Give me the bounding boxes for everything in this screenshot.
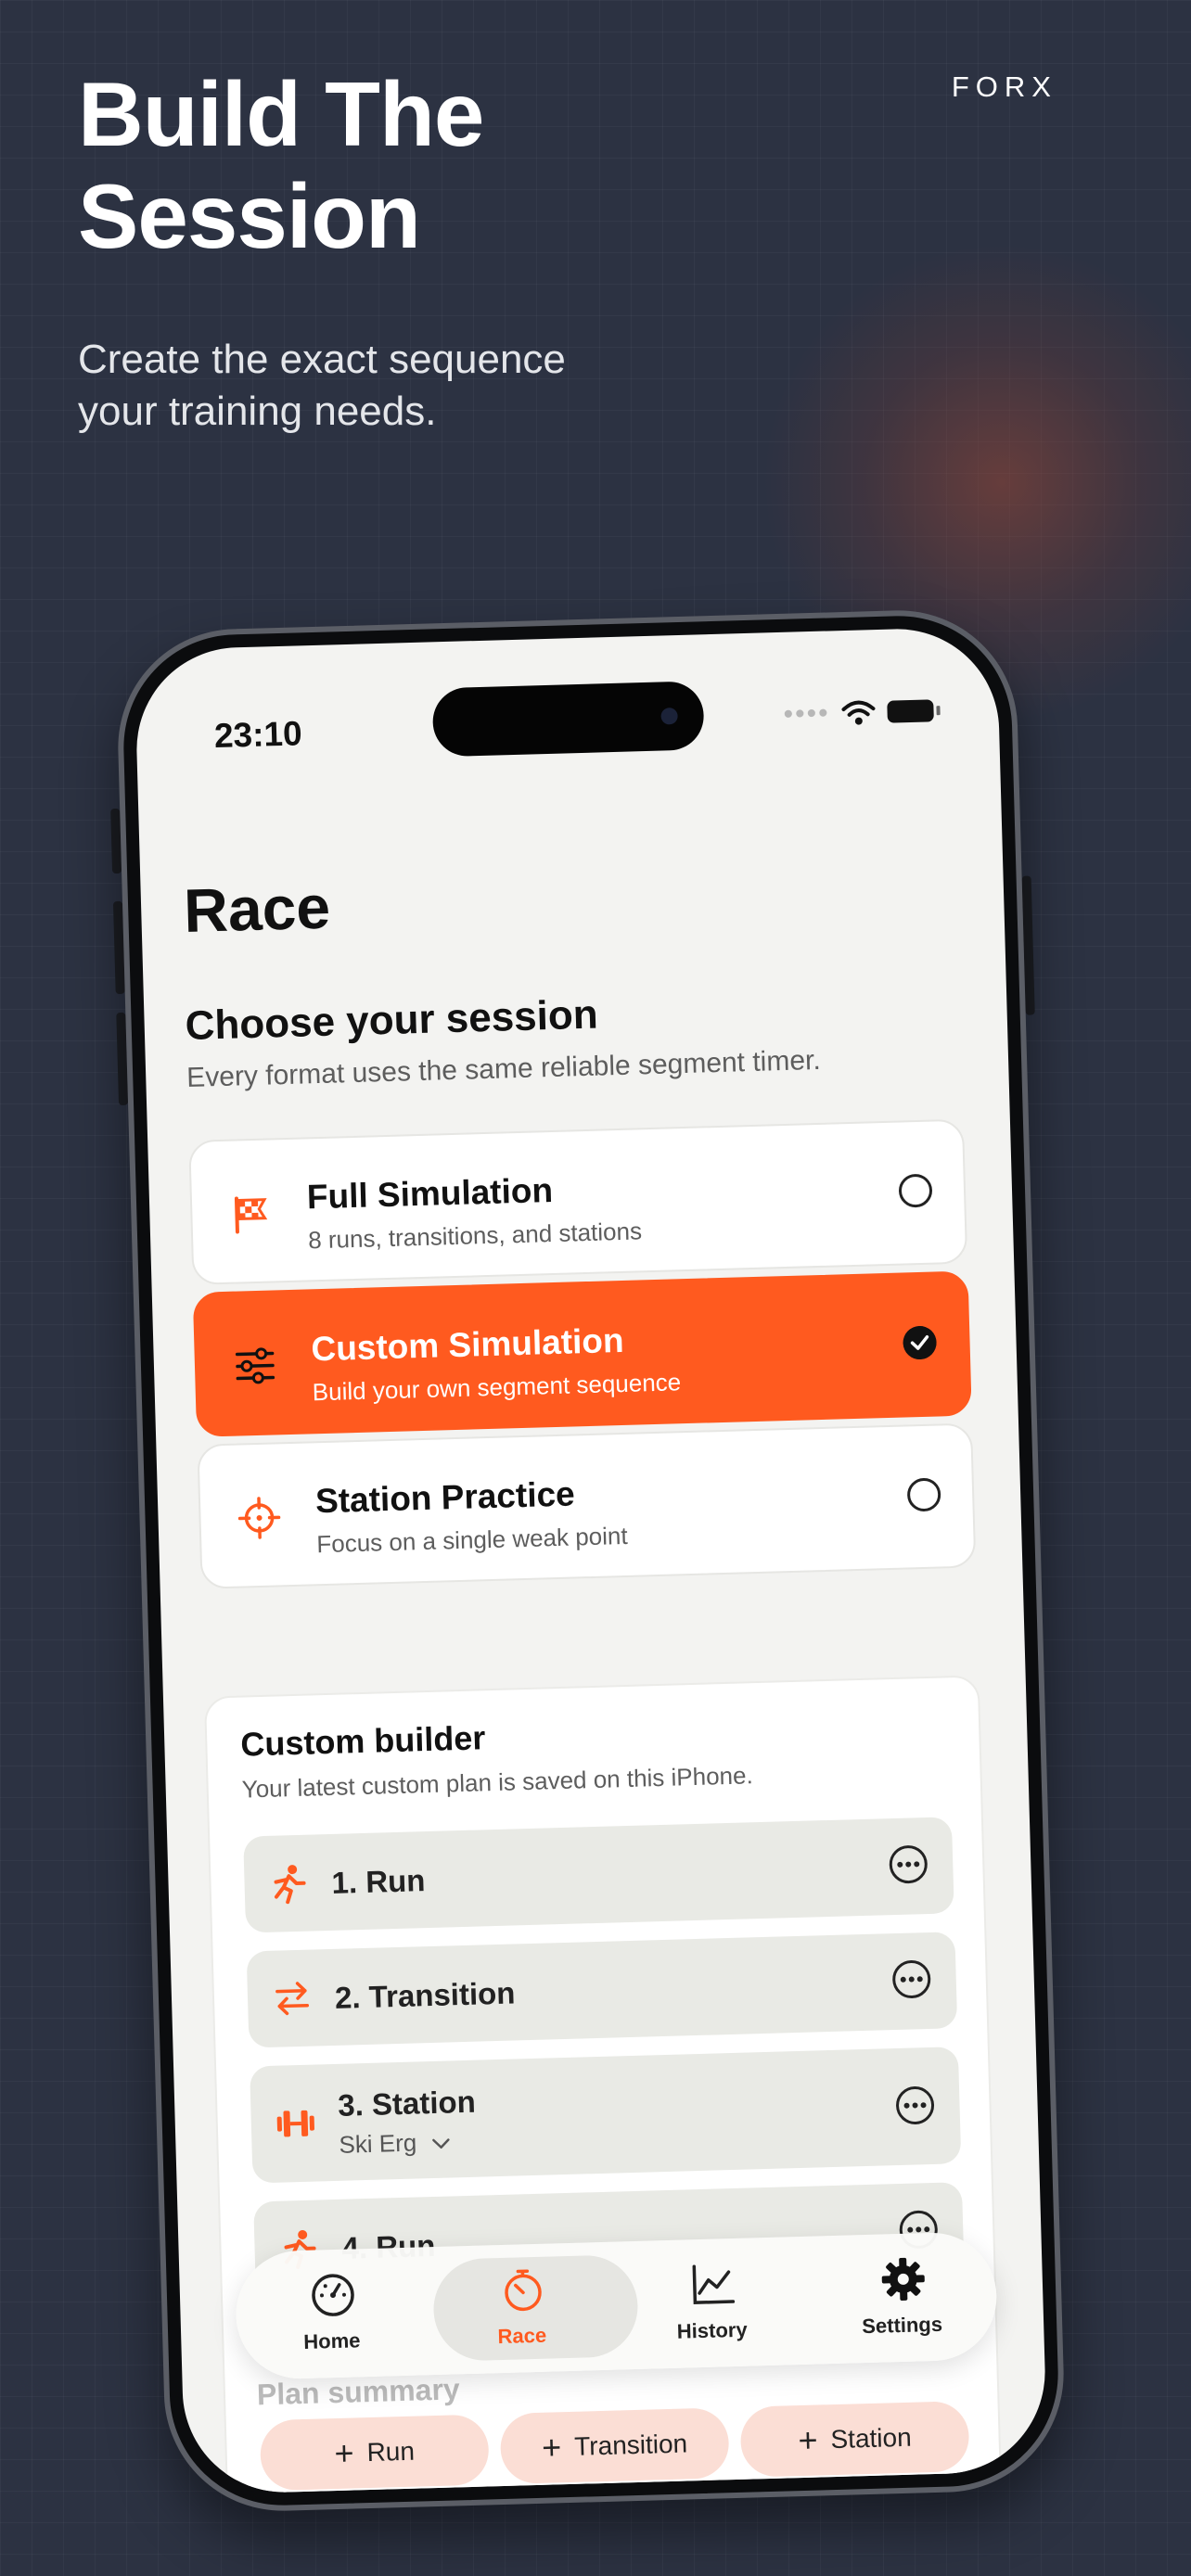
option-station-practice[interactable]: Station Practice Focus on a single weak …: [197, 1422, 977, 1589]
battery-icon: [887, 699, 934, 723]
add-button-label: Station: [830, 2422, 913, 2455]
status-time: 23:10: [213, 714, 303, 755]
segment-row[interactable]: 2. Transition: [246, 1932, 958, 2048]
gauge-icon: [312, 2274, 354, 2316]
option-description: Focus on a single weak point: [315, 1521, 628, 1559]
add-transition-button[interactable]: + Transition: [499, 2407, 730, 2485]
plus-icon: +: [541, 2428, 562, 2467]
status-icons: ••••: [783, 696, 934, 730]
gear-icon: [881, 2257, 925, 2301]
chart-icon: [692, 2264, 736, 2304]
section-title: Choose your session: [185, 991, 599, 1049]
option-full-simulation[interactable]: Full Simulation 8 runs, transitions, and…: [188, 1118, 968, 1285]
phone-screen: 23:10 •••• Race Choose your session Ever…: [134, 626, 1048, 2495]
wifi-icon: [841, 700, 876, 725]
crosshair-icon: [237, 1497, 281, 1539]
segment-row[interactable]: 3. Station Ski Erg: [250, 2047, 962, 2184]
option-description: 8 runs, transitions, and stations: [307, 1217, 643, 1255]
segment-row[interactable]: 1. Run: [243, 1817, 954, 1933]
add-station-button[interactable]: + Station: [739, 2401, 970, 2478]
option-description: Build your own segment sequence: [312, 1368, 682, 1407]
headline-line-1: Build The: [78, 63, 484, 165]
option-custom-simulation[interactable]: Custom Simulation Build your own segment…: [192, 1270, 972, 1437]
tab-label: Home: [302, 2328, 361, 2353]
tab-settings[interactable]: Settings: [804, 2231, 998, 2365]
phone-mockup: 23:10 •••• Race Choose your session Ever…: [110, 606, 1068, 2515]
plus-icon: +: [797, 2420, 819, 2460]
checkered-flag-icon: [234, 1196, 268, 1234]
tab-label: History: [676, 2317, 748, 2343]
sliders-icon: [235, 1347, 275, 1384]
station-dropdown[interactable]: Ski Erg: [339, 2127, 452, 2159]
dynamic-island: [431, 681, 705, 758]
chevron-down-icon: [432, 2138, 450, 2149]
tab-label: Settings: [861, 2312, 943, 2339]
more-options-icon[interactable]: [888, 1843, 929, 1885]
stopwatch-icon: [505, 2269, 542, 2312]
add-run-button[interactable]: + Run: [259, 2414, 490, 2492]
plus-icon: +: [333, 2433, 355, 2473]
headline: Build The Session: [78, 63, 484, 267]
option-title: Custom Simulation: [310, 1320, 625, 1369]
segment-label: 2. Transition: [334, 1975, 516, 2015]
radio-unselected-icon[interactable]: [898, 1173, 933, 1208]
add-button-label: Run: [366, 2436, 416, 2468]
add-button-label: Transition: [573, 2429, 688, 2461]
builder-subtitle: Your latest custom plan is saved on this…: [241, 1761, 754, 1804]
section-subtitle: Every format uses the same reliable segm…: [186, 1044, 822, 1093]
runner-icon: [274, 1865, 306, 1905]
tab-bar: Home Race History Settings: [234, 2231, 999, 2380]
dumbbell-icon: [276, 2110, 314, 2137]
tab-race[interactable]: Race: [425, 2242, 639, 2376]
more-options-icon[interactable]: [894, 2085, 936, 2126]
swap-arrows-icon: [275, 1982, 310, 2016]
subheadline: Create the exact sequence your training …: [78, 337, 566, 434]
tab-home[interactable]: Home: [235, 2247, 429, 2380]
tab-history[interactable]: History: [615, 2237, 809, 2370]
segment-label: 3. Station: [337, 2084, 477, 2123]
more-options-icon[interactable]: [890, 1958, 932, 2000]
builder-title: Custom builder: [239, 1718, 486, 1764]
radio-unselected-icon[interactable]: [906, 1477, 941, 1512]
headline-line-2: Session: [78, 165, 421, 267]
signal-icon: ••••: [783, 697, 831, 730]
option-title: Full Simulation: [306, 1170, 554, 1217]
checkmark-circle-icon[interactable]: [903, 1325, 938, 1360]
page-title: Race: [183, 872, 332, 945]
segment-label: 1. Run: [331, 1863, 426, 1900]
brand-logo: FORX: [951, 70, 1057, 103]
option-title: Station Practice: [314, 1474, 576, 1521]
camera-icon: [660, 708, 678, 725]
station-dropdown-value: Ski Erg: [339, 2128, 417, 2159]
